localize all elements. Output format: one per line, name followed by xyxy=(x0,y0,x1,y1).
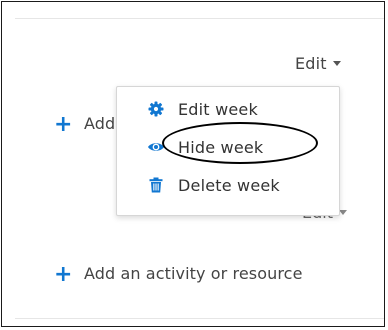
plus-icon: + xyxy=(54,262,73,287)
menu-item-label: Hide week xyxy=(178,138,264,157)
menu-item-hide-week[interactable]: Hide week xyxy=(117,130,339,164)
section-divider-bottom xyxy=(15,318,384,319)
edit-dropdown-menu: Edit week Hide week Delete week xyxy=(116,86,340,216)
section-divider-top xyxy=(15,18,384,19)
add-activity-link-next-section[interactable]: + Add an activity or resource xyxy=(54,262,303,287)
menu-item-label: Edit week xyxy=(178,100,258,119)
menu-item-delete-week[interactable]: Delete week xyxy=(117,168,339,202)
gear-icon xyxy=(147,100,165,118)
caret-down-icon xyxy=(332,61,341,66)
add-activity-label: Add an activity or resource xyxy=(84,264,303,283)
eye-icon xyxy=(147,138,165,156)
menu-item-label: Delete week xyxy=(178,176,280,195)
caret-down-icon xyxy=(338,210,347,215)
menu-item-edit-week[interactable]: Edit week xyxy=(117,92,339,126)
edit-dropdown-label: Edit xyxy=(295,54,327,73)
plus-icon: + xyxy=(54,112,73,137)
edit-dropdown-toggle[interactable]: Edit xyxy=(295,54,341,73)
trash-icon xyxy=(147,176,165,194)
